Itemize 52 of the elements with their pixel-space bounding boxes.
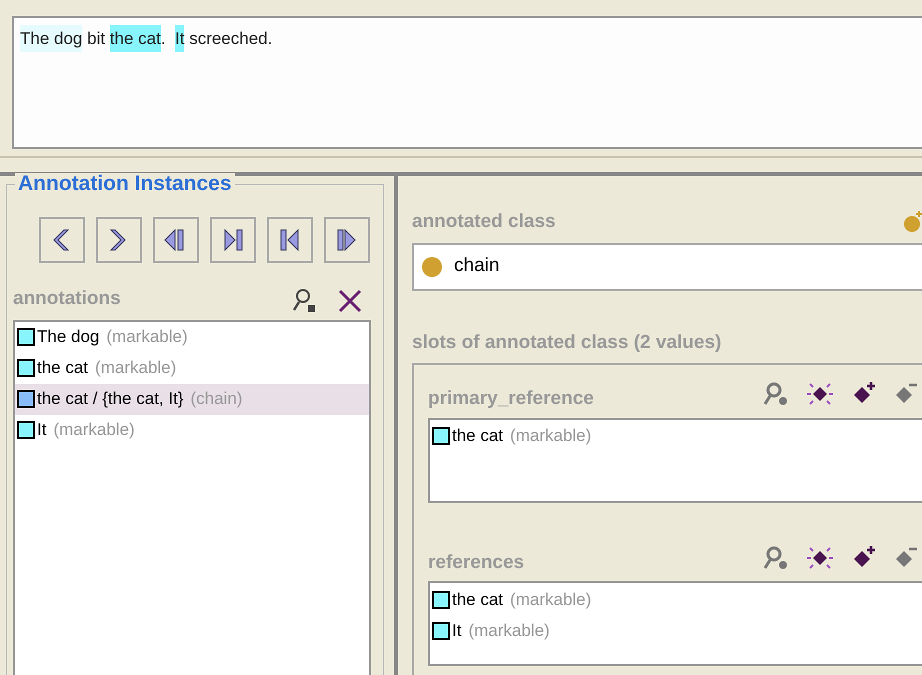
navigation-button[interactable] xyxy=(267,217,313,263)
annotation-type: (markable) xyxy=(95,357,176,380)
field-label: slots of annotated class (2 values) xyxy=(412,330,722,354)
highlighted-span: The dog xyxy=(20,25,82,52)
annotation-type: (chain) xyxy=(190,388,242,410)
annotation-type: (markable) xyxy=(510,588,592,611)
slot-label: primary_reference xyxy=(428,387,594,411)
annotation-type: (markable) xyxy=(106,326,188,348)
annotation-label: the cat xyxy=(452,425,504,448)
annotation-label: The dog xyxy=(37,326,100,348)
class-value: chain xyxy=(454,254,500,278)
type-swatch-icon xyxy=(17,328,35,346)
annotation-item[interactable]: the cat / {the cat, It} (chain) xyxy=(15,384,369,414)
slot-label: references xyxy=(428,550,524,574)
annotation-label: It xyxy=(37,419,46,442)
class-field[interactable]: chain xyxy=(412,242,922,290)
annotation-item[interactable]: the cat (markable) xyxy=(430,584,922,615)
highlighted-span: It xyxy=(175,25,184,52)
annotation-type: (markable) xyxy=(53,419,135,442)
list-label: annotations xyxy=(13,287,121,311)
navigation-button[interactable] xyxy=(153,217,199,263)
highlighted-span: the cat xyxy=(110,25,161,52)
search-user-icon[interactable] xyxy=(762,382,788,406)
annotation-item[interactable]: The dog (markable) xyxy=(15,322,369,352)
annotation-label: the cat xyxy=(37,357,88,380)
annotation-type: (markable) xyxy=(510,425,592,448)
field-label: annotated class xyxy=(412,210,556,234)
document-text-area[interactable]: The dog bit the cat. It screeched. xyxy=(12,16,922,149)
navigation-button[interactable] xyxy=(210,217,256,263)
navigation-button[interactable] xyxy=(324,217,370,263)
annotation-item[interactable]: the cat (markable) xyxy=(15,352,369,384)
search-icon[interactable] xyxy=(291,288,317,314)
annotation-label: the cat / {the cat, It} xyxy=(37,388,184,410)
type-swatch-icon xyxy=(17,359,35,377)
delete-icon[interactable] xyxy=(337,288,363,314)
search-user-icon[interactable] xyxy=(762,546,788,570)
document-text: bit xyxy=(86,28,106,50)
annotation-label: the cat xyxy=(452,588,504,611)
annotation-item[interactable]: It (markable) xyxy=(15,414,369,446)
annotation-type: (markable) xyxy=(468,620,550,642)
navigation-button[interactable] xyxy=(39,217,85,263)
type-swatch-icon xyxy=(17,390,35,408)
navigation-button[interactable] xyxy=(96,217,142,263)
type-swatch-icon xyxy=(432,622,450,640)
annotation-item[interactable]: It (markable) xyxy=(430,615,922,646)
annotation-item[interactable]: the cat (markable) xyxy=(430,420,922,452)
type-swatch-icon xyxy=(432,590,450,608)
type-swatch-icon xyxy=(432,427,450,445)
annotation-label: It xyxy=(452,620,462,642)
document-text: screeched. xyxy=(188,28,272,50)
type-swatch-icon xyxy=(17,421,35,439)
document-text: . xyxy=(160,28,167,50)
